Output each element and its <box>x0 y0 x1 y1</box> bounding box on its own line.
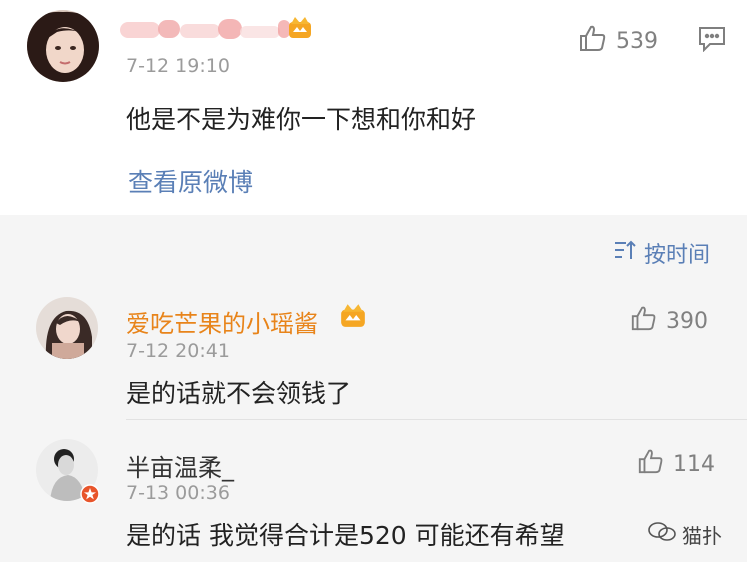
reply-item: 爱吃芒果的小瑶酱 7-12 20:41 390 是的话就不会领钱了 <box>0 280 747 420</box>
reply-like-count: 114 <box>673 451 715 477</box>
top-comment-card: 7-12 19:10 539 他是不是为难你一下想和你和好 查看原微博 <box>0 0 747 215</box>
reply-like-button[interactable]: 390 <box>630 304 708 338</box>
top-comment-text: 他是不是为难你一下想和你和好 <box>126 105 477 134</box>
thumb-up-icon <box>578 23 608 59</box>
reply-text: 是的话 我觉得合计是520 可能还有希望 <box>126 521 565 550</box>
reply-like-button[interactable]: 114 <box>637 447 715 481</box>
crown-badge-icon <box>339 301 367 333</box>
reply-item: 半亩温柔_ 7-13 00:36 114 是的话 我觉得合计是520 可能还有希… <box>0 420 747 562</box>
view-original-weibo-link[interactable]: 查看原微博 <box>128 163 253 199</box>
thumb-up-icon <box>637 447 665 481</box>
top-comment-like-button[interactable]: 539 <box>578 23 658 59</box>
top-comment-like-count: 539 <box>616 28 658 54</box>
top-commenter-avatar[interactable] <box>27 10 99 82</box>
watermark-text: 猫扑 <box>682 524 722 548</box>
sort-by-time-button[interactable]: 按时间 <box>614 237 710 269</box>
reply-avatar[interactable] <box>36 297 98 359</box>
reply-text: 是的话就不会领钱了 <box>126 379 352 408</box>
sort-label: 按时间 <box>644 243 711 268</box>
reply-like-count: 390 <box>666 308 708 334</box>
reply-username[interactable]: 爱吃芒果的小瑶酱 <box>126 304 318 339</box>
reply-time: 7-12 20:41 <box>126 340 230 362</box>
crown-badge-icon <box>287 14 313 44</box>
top-comment-time: 7-12 19:10 <box>126 55 230 77</box>
comment-icon[interactable] <box>698 26 726 56</box>
sort-bar: 按时间 <box>0 215 747 280</box>
blurred-username[interactable] <box>118 14 308 44</box>
watermark: 猫扑 <box>648 520 722 549</box>
sort-icon <box>614 239 638 267</box>
wechat-logo-icon <box>648 521 676 548</box>
thumb-up-icon <box>630 304 658 338</box>
verified-badge-icon <box>80 484 100 508</box>
reply-time: 7-13 00:36 <box>126 482 230 504</box>
reply-username[interactable]: 半亩温柔_ <box>126 448 234 483</box>
